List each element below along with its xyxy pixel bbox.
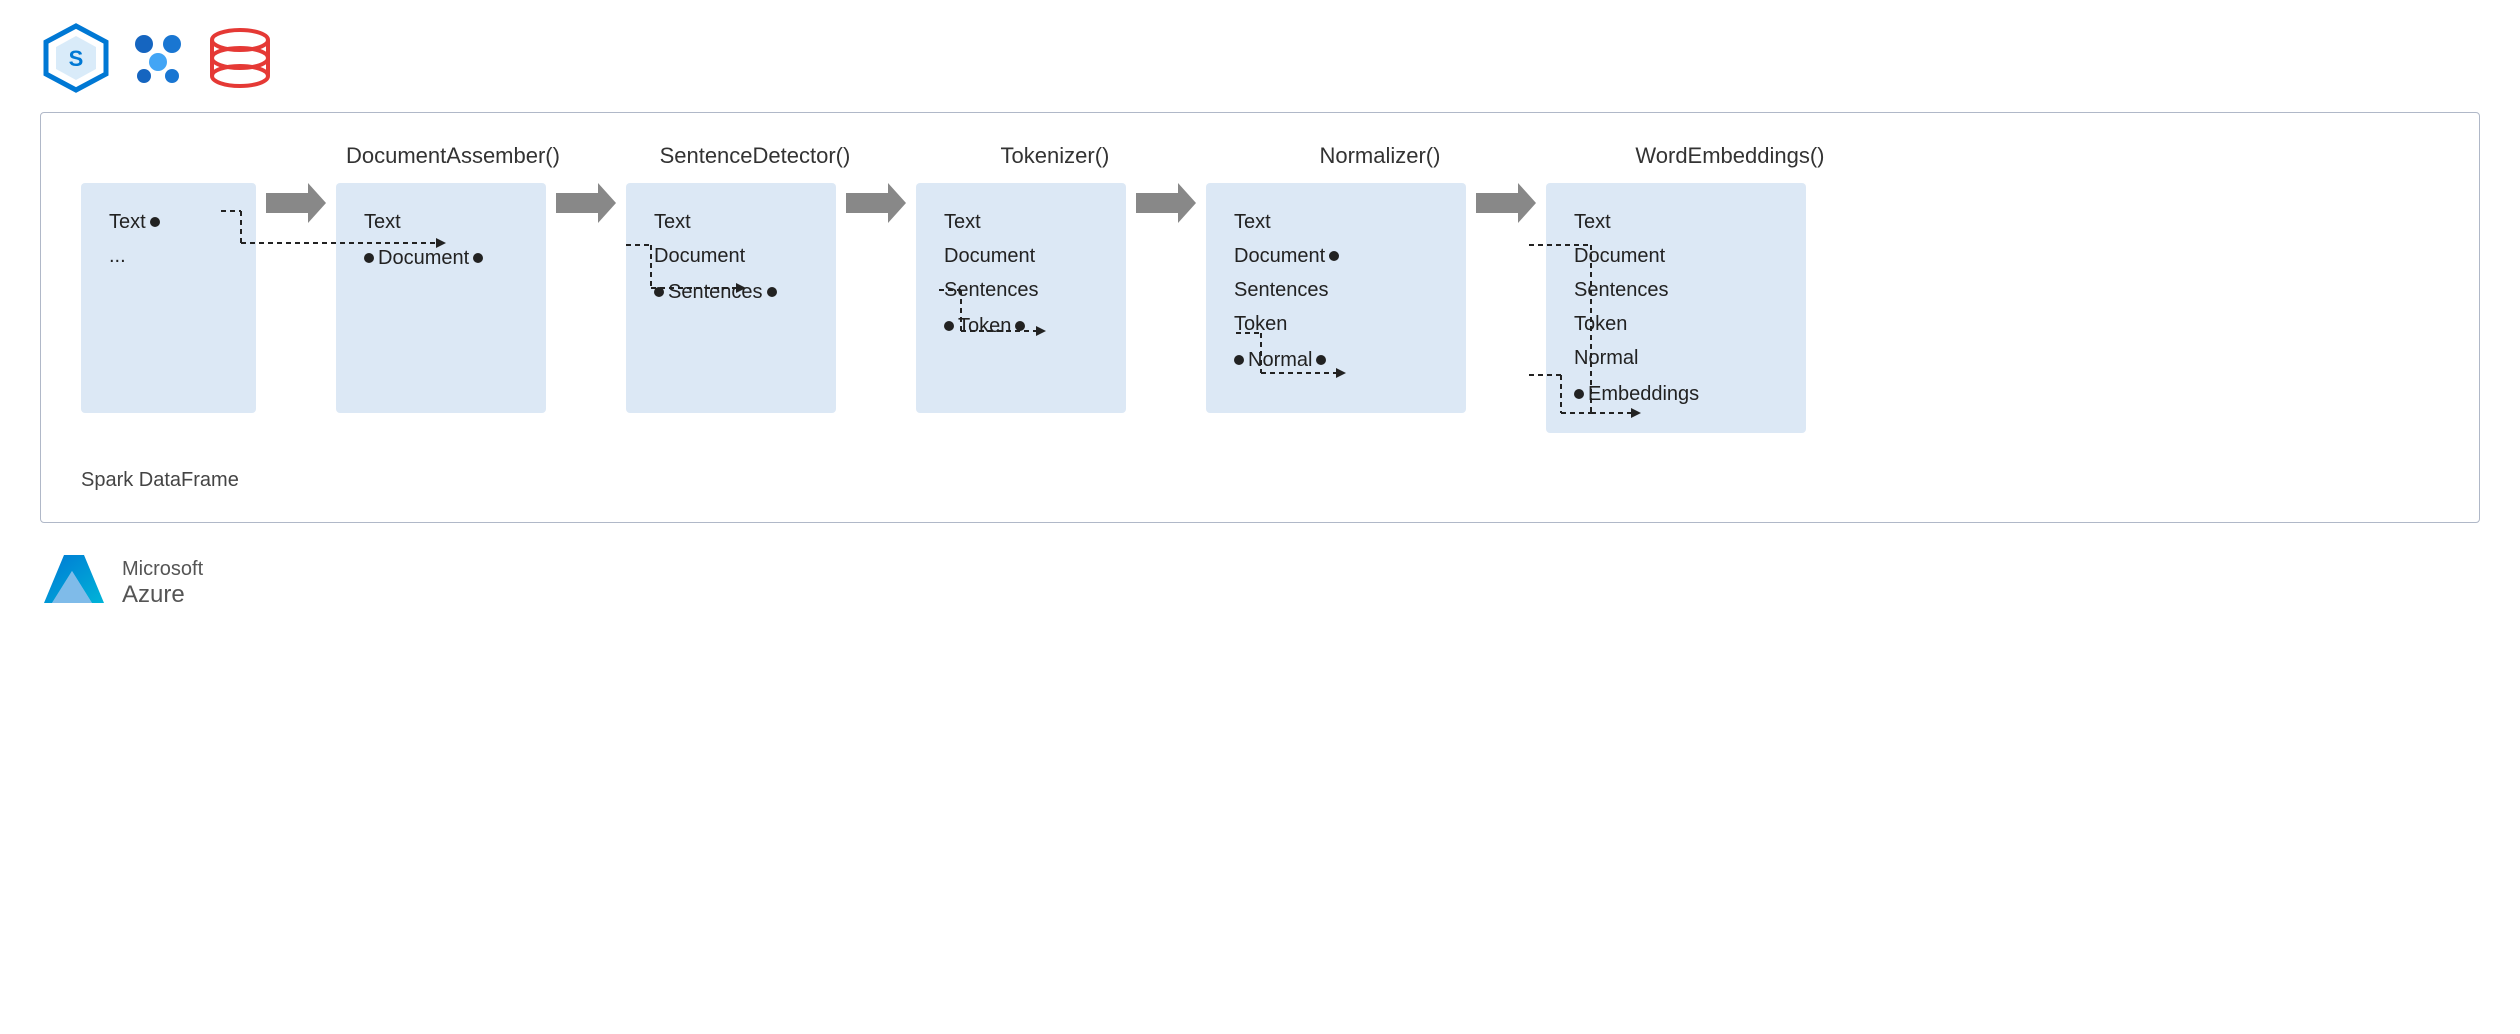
azure-label: Azure: [122, 581, 203, 609]
we-document: Document: [1574, 239, 1778, 273]
nm-token: Token: [1234, 307, 1438, 341]
we-normal: Normal: [1574, 341, 1778, 375]
databricks-icon: [122, 22, 194, 94]
label-documentassembler: DocumentAssember(): [346, 143, 560, 168]
arrow-2: [546, 183, 626, 223]
input-ellipsis: ...: [109, 239, 228, 273]
arrow-1: [256, 183, 336, 223]
stage-wordembeddings: Text Document Sentences Token Normal Emb…: [1546, 183, 1806, 433]
spark-label: Spark DataFrame: [81, 469, 2439, 492]
nm-sentences: Sentences: [1234, 273, 1438, 307]
nm-document: Document: [1234, 239, 1438, 273]
da-text: Text: [364, 205, 518, 239]
main-container: DocumentAssember() SentenceDetector() To…: [40, 112, 2480, 523]
microsoft-label: Microsoft: [122, 558, 203, 581]
arrow-3: [836, 183, 916, 223]
stage-sentencedetector: Text Document Sentences: [626, 183, 836, 413]
sd-document: Document: [654, 239, 808, 273]
spark-icon: S: [40, 22, 112, 94]
tk-sentences: Sentences: [944, 273, 1098, 307]
nm-normal: Normal: [1234, 343, 1438, 377]
stage-tokenizer: Text Document Sentences Token: [916, 183, 1126, 413]
pipeline-row: Text ... Text Document Text Document: [81, 183, 2439, 433]
label-wordembeddings: WordEmbeddings(): [1635, 143, 1824, 168]
arrow-4: [1126, 183, 1206, 223]
sd-text: Text: [654, 205, 808, 239]
arrow-5: [1466, 183, 1546, 223]
we-sentences: Sentences: [1574, 273, 1778, 307]
stage-documentassembler: Text Document: [336, 183, 546, 413]
da-document: Document: [364, 241, 518, 275]
sd-sentences: Sentences: [654, 275, 808, 309]
azure-text: Microsoft Azure: [122, 558, 203, 609]
svg-text:S: S: [69, 46, 84, 71]
we-embeddings: Embeddings: [1574, 377, 1778, 411]
nm-text: Text: [1234, 205, 1438, 239]
input-text: Text: [109, 205, 228, 239]
label-sentencedetector: SentenceDetector(): [660, 143, 851, 168]
mmlspark-icon: [204, 22, 276, 94]
we-token: Token: [1574, 307, 1778, 341]
input-dataframe: Text ...: [81, 183, 256, 413]
we-text: Text: [1574, 205, 1778, 239]
tk-text: Text: [944, 205, 1098, 239]
tk-token: Token: [944, 309, 1098, 343]
tk-document: Document: [944, 239, 1098, 273]
top-logos: S: [0, 0, 2520, 112]
azure-logo: [40, 551, 104, 615]
stage-normalizer: Text Document Sentences Token Normal: [1206, 183, 1466, 413]
label-normalizer: Normalizer(): [1319, 143, 1440, 168]
stage-headers: DocumentAssember() SentenceDetector() To…: [81, 143, 2439, 169]
label-tokenizer: Tokenizer(): [1001, 143, 1110, 168]
azure-footer: Microsoft Azure: [0, 523, 2520, 643]
